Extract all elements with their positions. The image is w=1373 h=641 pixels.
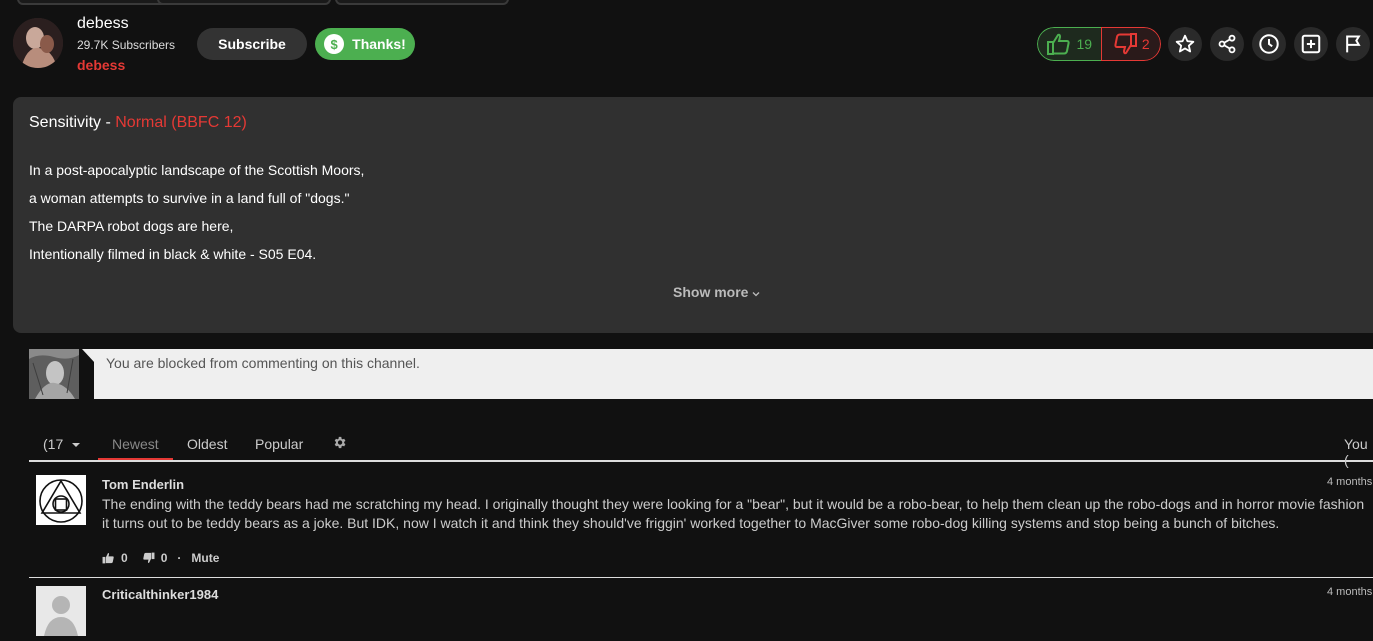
favorite-button[interactable] [1168, 27, 1202, 61]
description-line: In a post-apocalyptic landscape of the S… [29, 162, 365, 178]
comment-count-dropdown[interactable]: (17 [43, 436, 81, 452]
blocked-message: You are blocked from commenting on this … [106, 355, 420, 371]
add-to-playlist-icon [1301, 34, 1321, 54]
tab-popular[interactable]: Popular [255, 436, 303, 452]
top-tab-3[interactable] [335, 0, 509, 5]
tab-newest[interactable]: Newest [112, 436, 159, 452]
sensitivity-rating: Normal (BBFC 12) [115, 114, 247, 131]
commenter-avatar[interactable] [36, 586, 86, 636]
dislike-count: 2 [1141, 36, 1150, 52]
thumbs-up-icon[interactable] [102, 552, 115, 564]
watch-later-button[interactable] [1252, 27, 1286, 61]
description-line: The DARPA robot dogs are here, [29, 218, 234, 234]
like-count: 19 [1076, 36, 1093, 52]
gear-icon [334, 436, 346, 449]
clock-icon [1259, 34, 1279, 54]
thumbs-down-icon [1114, 33, 1137, 55]
subscriber-count: 29.7K Subscribers [77, 38, 176, 52]
top-tab-2[interactable] [157, 0, 331, 5]
like-button[interactable]: 19 [1037, 27, 1102, 61]
active-tab-indicator [98, 458, 173, 460]
share-button[interactable] [1210, 27, 1244, 61]
show-more-label: Show more [673, 284, 749, 300]
add-to-playlist-button[interactable] [1294, 27, 1328, 61]
default-avatar-icon [44, 596, 78, 636]
show-more-button[interactable]: Show more [673, 284, 760, 300]
you-filter[interactable]: You ( [1344, 436, 1373, 468]
description-panel: Sensitivity - Normal (BBFC 12) In a post… [13, 97, 1373, 333]
flag-icon [1346, 35, 1361, 53]
caret-down-icon [72, 443, 81, 447]
dislike-button[interactable]: 2 [1101, 27, 1161, 61]
report-button[interactable] [1336, 27, 1370, 61]
channel-handle[interactable]: debess [77, 57, 125, 73]
comment-settings-button[interactable] [332, 435, 347, 453]
comment-count: (17 [43, 436, 64, 452]
tab-oldest[interactable]: Oldest [187, 436, 227, 452]
comment-text: The ending with the teddy bears had me s… [102, 496, 1365, 531]
star-icon [1175, 34, 1195, 53]
sensitivity-label: Sensitivity - [29, 114, 116, 131]
thumbs-up-icon [1047, 33, 1071, 55]
subscribe-button[interactable]: Subscribe [197, 28, 307, 60]
sensitivity-row: Sensitivity - Normal (BBFC 12) [29, 114, 247, 132]
thanks-button[interactable]: $ Thanks! [315, 28, 415, 60]
triangle-circle-emblem-icon [39, 479, 83, 523]
mute-button[interactable]: Mute [191, 551, 219, 565]
comment-timestamp: 4 months ago [1327, 586, 1373, 598]
comment-author[interactable]: Criticalthinker1984 [102, 587, 218, 602]
comment-like-count: 0 [121, 551, 128, 565]
comment-dislike-count: 0 [160, 551, 168, 565]
channel-avatar[interactable] [13, 18, 63, 68]
vote-box: 19 2 [1037, 27, 1161, 61]
commenter-avatar[interactable] [36, 475, 86, 525]
thumbs-down-icon[interactable] [142, 552, 155, 564]
description-line: Intentionally filmed in black & white - … [29, 246, 317, 262]
comment-divider [29, 577, 1373, 578]
channel-name[interactable]: debess [77, 15, 129, 33]
user-avatar [29, 349, 79, 399]
thanks-label: Thanks! [352, 36, 406, 52]
comment-sort-bar: (17 Newest Oldest Popular [29, 432, 1373, 462]
comment-actions: 0 0 · Mute [102, 551, 219, 565]
comment-author[interactable]: Tom Enderlin [102, 477, 184, 492]
chevron-down-icon [752, 292, 760, 297]
description-line: a woman attempts to survive in a land fu… [29, 190, 350, 206]
share-icon [1218, 34, 1236, 54]
comment-timestamp: 4 months ago [1327, 476, 1373, 488]
dollar-icon: $ [324, 34, 345, 54]
action-separator: · [177, 551, 182, 565]
